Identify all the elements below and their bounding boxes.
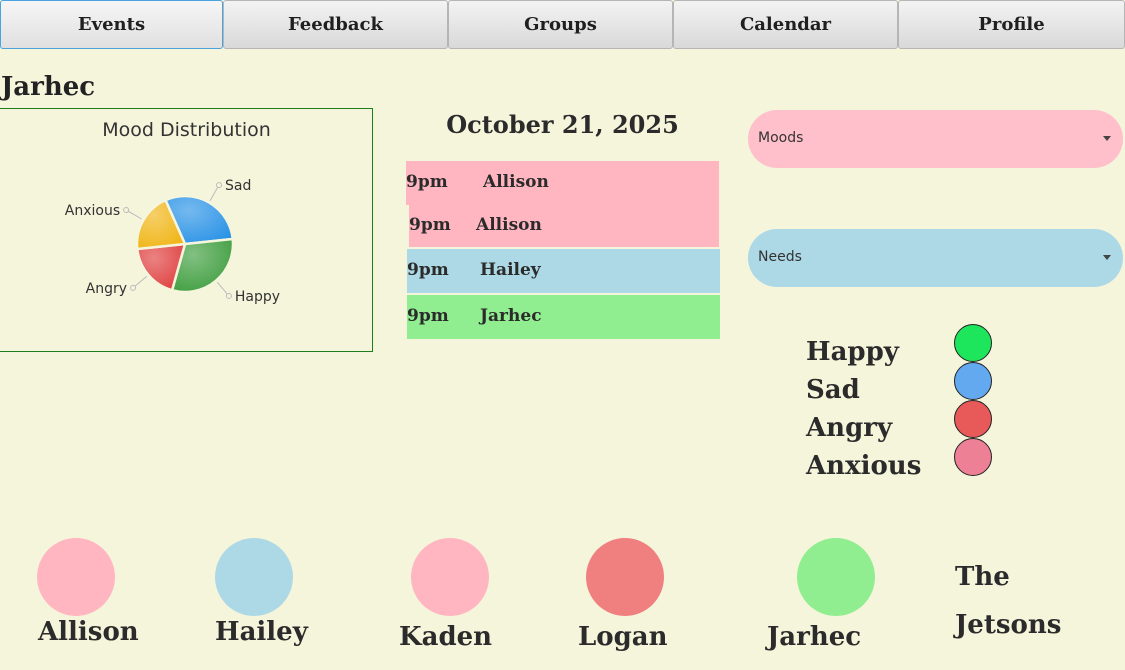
pie-label-sad: Sad [225,178,251,194]
tab-groups[interactable]: Groups [448,0,673,49]
chevron-down-icon [1103,255,1111,260]
pie-label-anchor [123,207,130,213]
event-name: Allison [483,172,549,192]
member-name: Kaden [399,622,493,652]
pie-label-happy: Happy [235,289,280,305]
legend-dot-happy [954,324,992,362]
user-name-title: Jarhec [1,72,96,102]
legend-label-sad: Sad [806,375,860,405]
pie-label-angry: Angry [86,281,127,297]
tab-bar: Events Feedback Groups Calendar Profile [0,0,1125,49]
moods-dropdown-label: Moods [758,130,804,146]
event-row[interactable]: 9pm Jarhec [407,295,720,339]
needs-dropdown[interactable]: Needs [748,229,1123,287]
member-name: Logan [578,622,668,652]
event-time: 9pm [407,260,449,280]
event-name: Allison [476,215,542,235]
event-time: 9pm [409,215,451,235]
pie-label-anchor [216,182,222,189]
family-name-line-2: Jetsons [955,610,1062,640]
event-name: Jarhec [480,306,542,326]
pie-label-anchor [225,292,232,299]
legend-dot-angry [954,400,992,438]
event-row[interactable]: 9pm Hailey [407,249,720,293]
legend-dot-sad [954,362,992,400]
needs-dropdown-label: Needs [758,249,802,265]
member-name: Jarhec [767,622,862,652]
pie-label-anchor [130,284,137,291]
mood-distribution-chart: Mood Distribution Sad Happy Angry Anxious [0,108,373,352]
legend-dot-anxious [954,438,992,476]
legend-label-angry: Angry [806,413,893,443]
tab-events[interactable]: Events [0,0,223,49]
event-row[interactable]: 9pm Allison [406,161,719,205]
avatar[interactable] [215,538,293,616]
member-name: Hailey [215,617,308,647]
event-time: 9pm [407,306,449,326]
event-name: Hailey [480,260,541,280]
tab-feedback[interactable]: Feedback [223,0,448,49]
moods-dropdown[interactable]: Moods [748,110,1123,168]
legend-label-anxious: Anxious [806,451,922,481]
avatar[interactable] [797,538,875,616]
avatar[interactable] [37,538,115,616]
chevron-down-icon [1103,136,1111,141]
avatar[interactable] [411,538,489,616]
pie-label-anxious: Anxious [65,203,120,219]
family-name-line-1: The [955,562,1010,592]
event-row[interactable]: 9pm Allison [409,204,719,247]
tab-profile[interactable]: Profile [898,0,1125,49]
pie-chart-svg: Sad Happy Angry Anxious [65,178,280,305]
avatar[interactable] [586,538,664,616]
event-time: 9pm [406,172,448,192]
member-name: Allison [38,617,139,647]
calendar-date: October 21, 2025 [446,110,679,139]
legend-label-happy: Happy [806,337,899,367]
tab-calendar[interactable]: Calendar [673,0,898,49]
